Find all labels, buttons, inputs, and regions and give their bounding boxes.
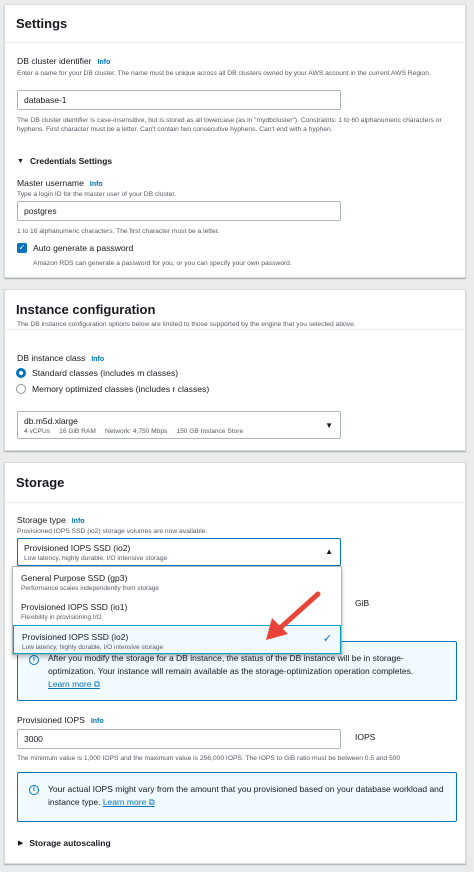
- arrow-annotation-icon: [266, 591, 321, 640]
